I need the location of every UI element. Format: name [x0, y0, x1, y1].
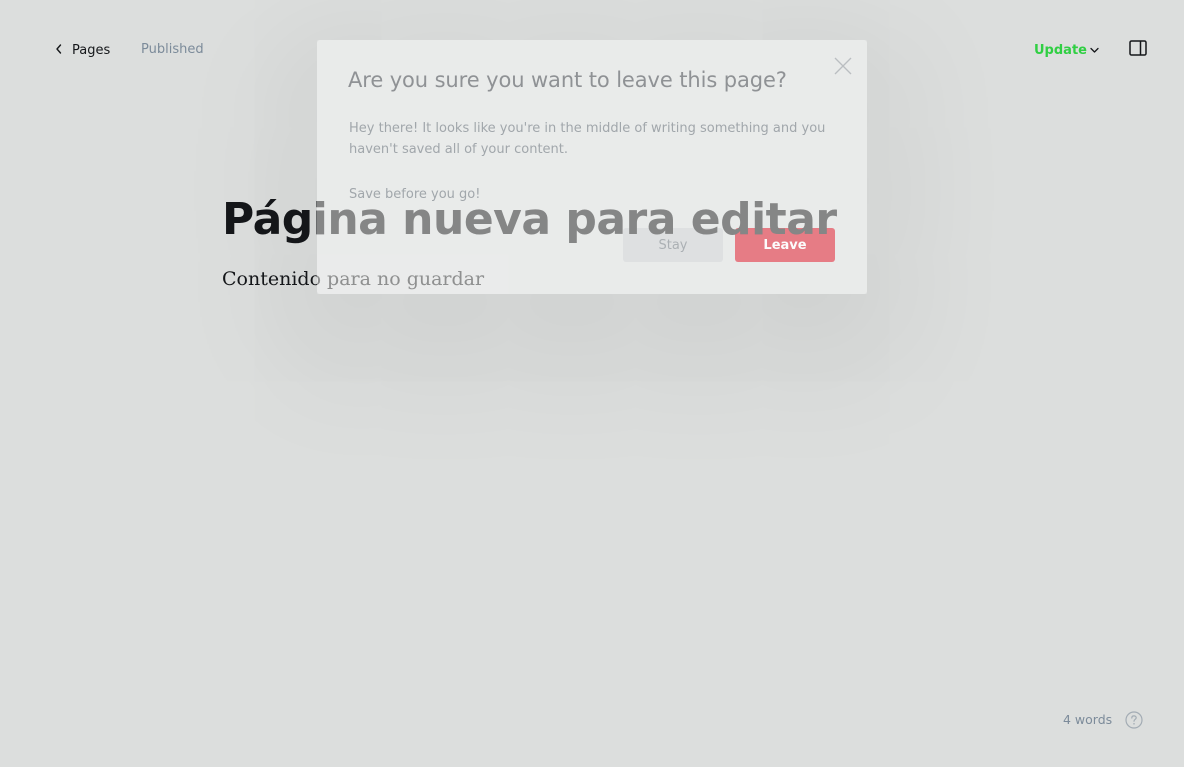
post-body-through-modal: Contenido para no guardar	[317, 268, 485, 290]
chevron-down-icon	[1090, 43, 1099, 58]
back-to-pages-link[interactable]: Pages	[55, 40, 110, 60]
post-title-through-modal: Página nueva para editar	[317, 194, 837, 245]
chevron-left-icon	[55, 43, 63, 58]
editor-app: Pages Published Update Página nueva para…	[0, 0, 1184, 767]
sidebar-toggle-icon[interactable]	[1129, 40, 1147, 56]
post-status: Published	[141, 42, 204, 57]
modal-overlap-region: Página nueva para editar Contenido para …	[317, 40, 867, 294]
word-count: 4 words	[1063, 712, 1113, 727]
back-link-label: Pages	[72, 42, 111, 58]
update-button[interactable]: Update	[1034, 40, 1099, 60]
update-button-label: Update	[1034, 42, 1087, 58]
help-icon[interactable]	[1125, 711, 1143, 729]
